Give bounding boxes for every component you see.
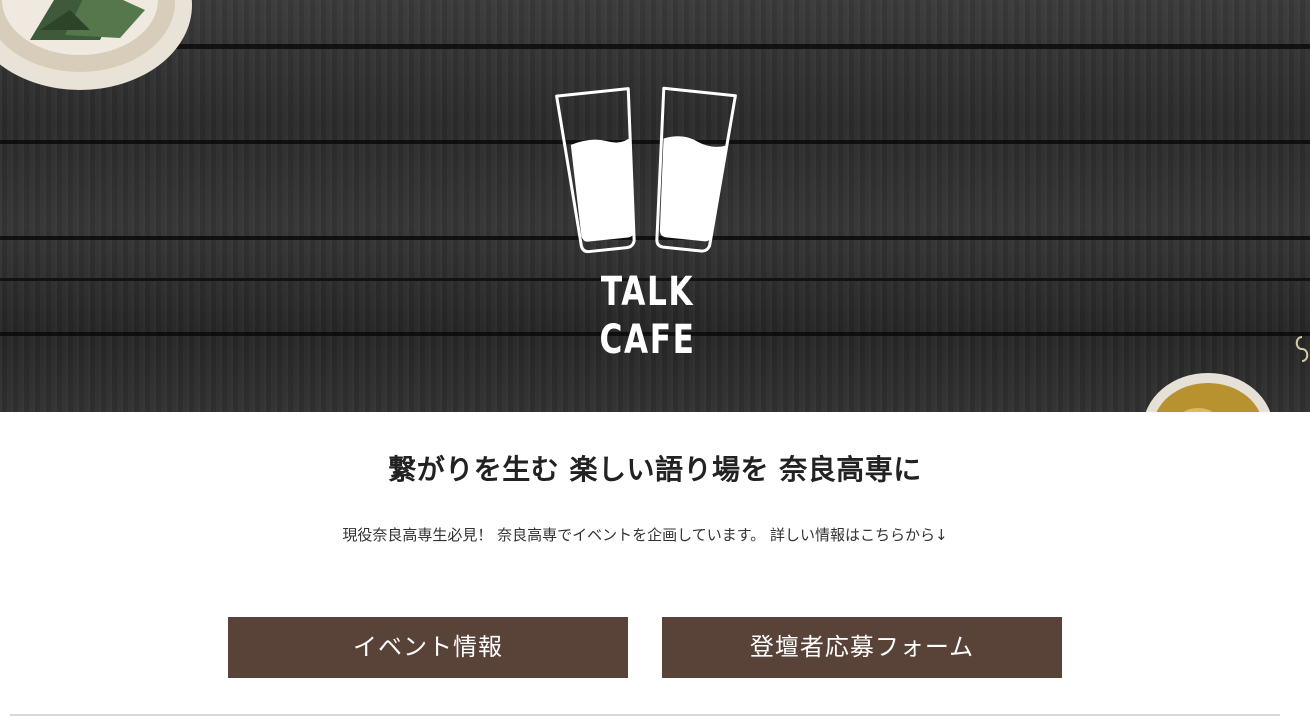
hero-banner: TALK CAFE <box>0 0 1310 412</box>
two-glasses-toast-icon <box>555 86 737 254</box>
page-headline: 繋がりを生む 楽しい語り場を 奈良高専に <box>388 453 922 486</box>
clip-decoration-icon <box>1295 336 1309 362</box>
section-divider <box>10 714 1280 716</box>
talk-cafe-logo: TALK CAFE <box>555 84 740 363</box>
page-description: 現役奈良高専生必見！ 奈良高専でイベントを企画しています。 詳しい情報はこちらか… <box>342 526 948 544</box>
event-info-button[interactable]: イベント情報 <box>228 617 628 678</box>
tea-cup-decoration-icon <box>1145 373 1271 412</box>
speaker-application-form-button[interactable]: 登壇者応募フォーム <box>662 617 1062 678</box>
bowl-decoration-icon <box>0 0 192 90</box>
logo-wordmark: TALK CAFE <box>599 269 696 363</box>
